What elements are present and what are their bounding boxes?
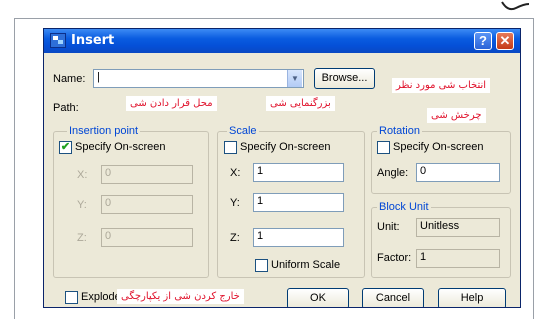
help-button[interactable]: Help <box>438 288 506 307</box>
background-frame-right <box>533 18 534 319</box>
scale-x-field[interactable]: 1 <box>253 163 344 182</box>
insertion-y-field[interactable]: 0 <box>101 195 193 214</box>
path-label: Path: <box>53 102 79 114</box>
scale-specify-label: Specify On-screen <box>240 141 331 153</box>
scale-z-label: Z: <box>230 232 240 244</box>
help-title-button[interactable]: ? <box>474 32 492 50</box>
annotation-select-object: انتخاب شی مورد نظر <box>392 78 491 93</box>
insertion-specify-label: Specify On-screen <box>75 141 166 153</box>
insertion-z-field[interactable]: 0 <box>101 228 193 247</box>
background-frame-left <box>14 18 15 319</box>
uniform-scale-label: Uniform Scale <box>271 259 341 271</box>
name-label: Name: <box>53 73 86 85</box>
insert-app-icon <box>50 33 66 48</box>
insertion-specify-checkbox[interactable]: ✔ <box>59 141 72 154</box>
annotation-explode-object: خارج کردن شی از یکپارچگی <box>117 289 244 304</box>
angle-field[interactable]: 0 <box>416 163 500 182</box>
unit-field: Unitless <box>416 218 500 237</box>
scale-title: Scale <box>227 125 259 137</box>
rotation-specify-label: Specify On-screen <box>393 141 484 153</box>
scale-x-label: X: <box>230 167 241 179</box>
annotation-insertion-place: محل قرار دادن شی <box>126 96 217 111</box>
chevron-down-icon[interactable]: ▼ <box>287 70 302 87</box>
block-unit-title: Block Unit <box>377 201 431 213</box>
insertion-y-label: Y: <box>77 199 87 211</box>
browse-button[interactable]: Browse... <box>314 68 375 89</box>
annotation-rotate-object: چرخش شی <box>427 108 486 123</box>
background-frame-top <box>14 18 534 19</box>
factor-label: Factor: <box>377 252 412 264</box>
explode-label: Explode <box>81 291 121 303</box>
background-glyph <box>496 0 532 14</box>
rotation-specify-checkbox[interactable] <box>377 141 390 154</box>
ok-button[interactable]: OK <box>287 288 349 307</box>
insertion-point-title: Insertion point <box>67 125 141 137</box>
scale-y-label: Y: <box>230 197 240 209</box>
insertion-x-field[interactable]: 0 <box>101 165 193 184</box>
cancel-button[interactable]: Cancel <box>362 288 424 307</box>
unit-label: Unit: <box>377 221 400 233</box>
angle-label: Angle: <box>377 167 409 179</box>
uniform-scale-checkbox[interactable] <box>255 259 268 272</box>
scale-specify-checkbox[interactable] <box>224 141 237 154</box>
scale-z-field[interactable]: 1 <box>253 228 344 247</box>
title-bar[interactable]: Insert ? ✕ <box>44 29 520 53</box>
annotation-scale-object: بزرگنمایی شی <box>266 96 335 111</box>
insertion-x-label: X: <box>77 169 88 181</box>
scale-y-field[interactable]: 1 <box>253 193 344 212</box>
name-combobox[interactable]: | <box>93 69 304 88</box>
insert-dialog: Insert ? ✕ Name: | ▼ Browse... Path: Ins… <box>43 28 521 308</box>
rotation-title: Rotation <box>377 125 422 137</box>
explode-checkbox[interactable] <box>65 291 78 304</box>
close-button[interactable]: ✕ <box>496 32 514 50</box>
name-value: | <box>97 71 100 83</box>
window-title: Insert <box>71 33 115 48</box>
insertion-z-label: Z: <box>77 232 87 244</box>
factor-field: 1 <box>416 249 500 268</box>
